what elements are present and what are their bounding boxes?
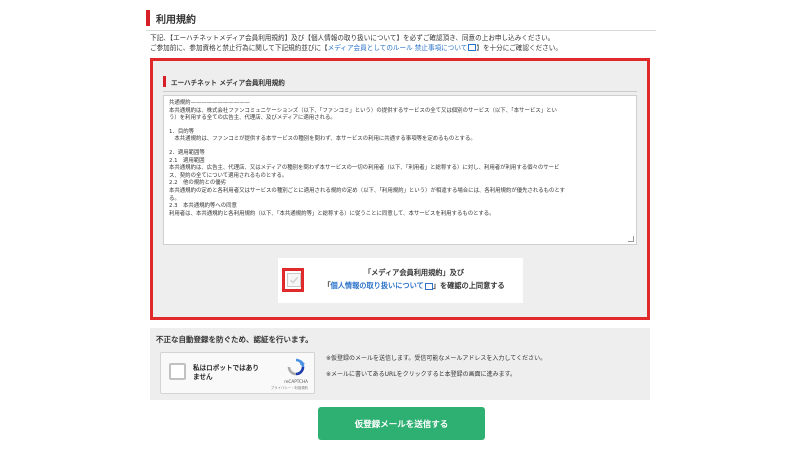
recaptcha-label: 私はロボットではあり ません	[193, 364, 259, 381]
captcha-title: 不正な自動登録を防ぐため、認証を行います。	[156, 335, 313, 344]
agree-line-2-suffix: 」を確認の上同意する	[432, 281, 505, 290]
recaptcha-brand: reCAPTCHA	[284, 379, 308, 384]
send-registration-email-button[interactable]: 仮登録メールを送信する	[318, 407, 485, 440]
agree-line-2-open: 「	[323, 281, 331, 290]
intro-text: 下記、【エーハチネットメディア会員利用規約】及び【個人情報の取り扱いについて】を…	[150, 34, 660, 53]
captcha-section: 不正な自動登録を防ぐため、認証を行います。 私はロボットではあり ません reC…	[150, 328, 650, 400]
terms-line: 利用者は、本共通規約と各利用規約（以下、「本共通規約等」と総称する）に従うことに…	[169, 210, 495, 217]
section-title: 利用規約	[146, 10, 196, 26]
terms-line: 2．適用範囲等	[169, 149, 205, 156]
rules-link[interactable]: メディア会員としてのルール 禁止事項について	[328, 44, 468, 52]
recaptcha-links[interactable]: プライバシー・利用規約	[271, 385, 308, 390]
recaptcha-label-1: 私はロボットではあり	[193, 364, 259, 372]
terms-line: 本共通規約の定めと各利用者又はサービスの種別ごとに適用される規約の定め（以下、「…	[169, 187, 566, 194]
title-divider	[146, 30, 656, 31]
terms-textarea[interactable]: 共通規約——————————— 本共通規約は、株式会社ファンコミュニケーションズ（…	[163, 95, 637, 245]
privacy-link[interactable]: 個人情報の取り扱いについて	[331, 281, 424, 290]
terms-line: 共通規約———————————	[169, 100, 250, 106]
agree-line-2: 「個人情報の取り扱いについて 」を確認の上同意する	[308, 279, 520, 292]
agree-label: 「メディア会員利用規約」及び 「個人情報の取り扱いについて 」を確認の上同意する	[308, 266, 520, 292]
checkbox-highlight	[282, 268, 304, 292]
intro-line-2-prefix: ご参加前に、参加資格と禁止行為に関して下記規約並びに【	[150, 43, 328, 52]
intro-line-2-suffix: 】を十分にご確認ください。	[476, 43, 562, 52]
external-link-icon	[424, 282, 433, 290]
captcha-note-1: ※仮登録のメールを送信します。受信可能なメールアドレスを入力してください。	[326, 355, 547, 362]
terms-heading-divider	[163, 91, 637, 92]
terms-line: る。	[169, 195, 180, 202]
agree-box: 「メディア会員利用規約」及び 「個人情報の取り扱いについて 」を確認の上同意する	[278, 258, 523, 303]
recaptcha-widget: 私はロボットではあり ません reCAPTCHA プライバシー・利用規約	[160, 352, 315, 394]
terms-agreement-panel: エーハチネット メディア会員利用規約 共通規約——————————— 本共通規約は…	[150, 58, 650, 320]
terms-line: ス、契約の全てについて適用されるものとする。	[169, 172, 288, 179]
recaptcha-logo-icon	[287, 358, 305, 376]
intro-line-2: ご参加前に、参加資格と禁止行為に関して下記規約並びに【メディア会員としてのルール…	[150, 44, 660, 54]
intro-line-1: 下記、【エーハチネットメディア会員利用規約】及び【個人情報の取り扱いについて】を…	[150, 34, 555, 42]
terms-line: 2.2 他の規約との優劣	[169, 180, 227, 187]
captcha-note-2: ※メールに書いてあるURLをクリックすると本登録の画面に進みます。	[326, 371, 516, 378]
terms-line: 本共通規約は、広告主、代理店、又はメディアの種別を問わず本サービスの一切の利用者…	[169, 165, 560, 172]
agree-line-1: 「メディア会員利用規約」及び	[363, 268, 465, 277]
terms-line: う）を利用する全ての広告主、代理店、及びメディアに適用される。	[169, 115, 336, 122]
terms-heading: エーハチネット メディア会員利用規約	[163, 76, 285, 87]
terms-line: 2.3 本共通規約等への同意	[169, 203, 237, 210]
terms-line: 本共通規約は、ファンコミが提供する本サービスの種別を問わず、本サービスの利用に共…	[169, 136, 476, 143]
resize-handle[interactable]	[628, 236, 634, 242]
recaptcha-checkbox[interactable]	[169, 363, 186, 380]
recaptcha-label-2: ません	[193, 372, 213, 381]
